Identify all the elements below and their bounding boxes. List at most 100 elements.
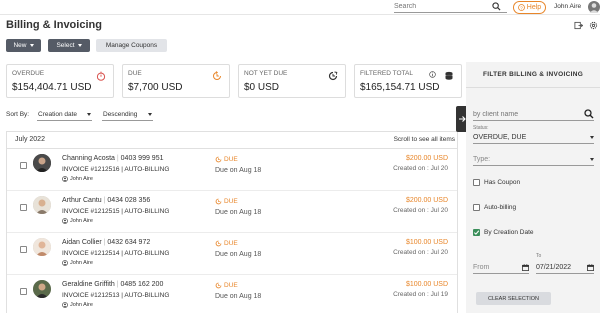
user-avatar[interactable]: [588, 1, 600, 13]
created-date: Created on : Jul 20: [393, 207, 448, 214]
amount: $100.00 USD: [405, 239, 448, 246]
row-checkbox[interactable]: [20, 204, 27, 211]
calendar-icon[interactable]: [587, 264, 594, 271]
card-label: DUE: [128, 70, 142, 77]
status-text: DUE: [224, 240, 238, 247]
invoice-row[interactable]: Channing Acosta | 0403 999 951 INVOICE #…: [7, 150, 457, 191]
row-checkbox[interactable]: [20, 288, 27, 295]
overdue-card[interactable]: OVERDUE $154,404.71 USD: [6, 64, 114, 98]
client-avatar: [33, 154, 51, 172]
checkbox-checked[interactable]: [473, 229, 480, 236]
new-label: New: [13, 42, 27, 49]
select-button[interactable]: Select: [48, 39, 90, 52]
top-bar: ? Help John Aire: [0, 0, 600, 15]
filtered-total-card[interactable]: FILTERED TOTAL $165,154.71 USD: [354, 64, 462, 98]
client-name-input[interactable]: [473, 110, 573, 118]
client-avatar: [33, 196, 51, 214]
client-name: Channing Acosta: [62, 155, 115, 162]
export-icon[interactable]: [574, 21, 583, 30]
manage-coupons-button[interactable]: Manage Coupons: [96, 39, 167, 52]
sort-field-select[interactable]: Creation date: [37, 108, 92, 121]
card-label: NOT YET DUE: [244, 70, 288, 77]
owner: John Aire: [62, 260, 93, 266]
status-badge: DUE: [215, 240, 238, 247]
status-text: DUE: [224, 198, 238, 205]
invoice-number: INVOICE #1212513 | AUTO-BILLING: [62, 292, 170, 299]
amount: $200.00 USD: [405, 155, 448, 162]
client-name-line[interactable]: Geraldine Griffith | 0485 162 200: [62, 281, 163, 288]
calendar-icon[interactable]: [522, 264, 529, 271]
search-input[interactable]: [394, 3, 492, 10]
chevron-down-icon: [590, 136, 594, 139]
clock-refresh-icon: [215, 156, 222, 163]
client-name-line[interactable]: Aidan Collier | 0432 634 972: [62, 239, 150, 246]
client-name: Aidan Collier: [62, 239, 102, 246]
scroll-hint: Scroll to see all items: [393, 136, 455, 143]
client-avatar: [33, 238, 51, 256]
due-date: Due on Aug 18: [215, 293, 262, 300]
global-search[interactable]: [394, 1, 507, 13]
has-coupon-checkbox[interactable]: Has Coupon: [473, 179, 520, 186]
user-name[interactable]: John Aire: [554, 3, 581, 10]
card-value: $7,700 USD: [128, 82, 183, 93]
clock-refresh-icon: [215, 240, 222, 247]
date-to-value: 07/21/2022: [536, 264, 572, 271]
info-icon[interactable]: [429, 71, 436, 78]
help-label: Help: [526, 4, 542, 11]
sort-order-select[interactable]: Descending: [102, 108, 153, 121]
chevron-down-icon: [29, 44, 34, 47]
not-yet-due-card[interactable]: NOT YET DUE $0 USD: [238, 64, 346, 98]
by-creation-date-checkbox[interactable]: By Creation Date: [473, 229, 534, 236]
card-label: FILTERED TOTAL: [360, 70, 413, 77]
search-icon[interactable]: [584, 109, 594, 119]
new-button[interactable]: New: [6, 39, 41, 52]
amount: $200.00 USD: [405, 197, 448, 204]
client-name-line[interactable]: Arthur Cantu | 0434 028 356: [62, 197, 150, 204]
clock-refresh-icon: [215, 282, 222, 289]
invoice-row[interactable]: Arthur Cantu | 0434 028 356 INVOICE #121…: [7, 192, 457, 233]
help-button[interactable]: ? Help: [513, 1, 546, 14]
due-card[interactable]: DUE $7,700 USD: [122, 64, 230, 98]
invoice-list[interactable]: July 2022 Scroll to see all items Channi…: [6, 131, 458, 313]
from-placeholder: From: [473, 264, 490, 271]
client-avatar: [33, 280, 51, 298]
row-checkbox[interactable]: [20, 246, 27, 253]
date-to-field[interactable]: 07/21/2022: [536, 262, 594, 274]
svg-text:?: ?: [520, 5, 523, 11]
client-search-field[interactable]: [473, 108, 594, 121]
card-label: OVERDUE: [12, 70, 45, 77]
invoice-row[interactable]: Geraldine Griffith | 0485 162 200 INVOIC…: [7, 276, 457, 313]
due-date: Due on Aug 18: [215, 209, 262, 216]
client-name: Geraldine Griffith: [62, 281, 115, 288]
clear-selection-label: CLEAR SELECTION: [487, 295, 540, 302]
type-select[interactable]: Type:: [473, 154, 594, 166]
clear-selection-button[interactable]: CLEAR SELECTION: [476, 292, 551, 305]
user-circle-icon: [62, 218, 68, 224]
client-phone: 0434 028 356: [107, 197, 151, 204]
manage-coupons-label: Manage Coupons: [105, 42, 158, 49]
gear-icon[interactable]: [589, 21, 598, 30]
chevron-down-icon: [77, 44, 82, 47]
status-text: DUE: [224, 282, 238, 289]
sort-by-label: Sort By:: [6, 111, 30, 118]
invoice-row[interactable]: Aidan Collier | 0432 634 972 INVOICE #12…: [7, 234, 457, 275]
auto-billing-label: Auto-billing: [484, 204, 517, 211]
client-phone: 0403 999 951: [120, 155, 164, 162]
row-checkbox[interactable]: [20, 162, 27, 169]
invoice-number: INVOICE #1212516 | AUTO-BILLING: [62, 166, 170, 173]
sort-field-value: Creation date: [38, 110, 78, 118]
client-name-line[interactable]: Channing Acosta | 0403 999 951: [62, 155, 163, 162]
status-label: Status:: [473, 125, 489, 131]
client-name: Arthur Cantu: [62, 197, 102, 204]
owner-name: John Aire: [70, 260, 93, 266]
checkbox-box[interactable]: [473, 179, 480, 186]
owner: John Aire: [62, 302, 93, 308]
date-from-field[interactable]: From: [473, 262, 529, 274]
check-icon: [473, 230, 480, 235]
checkbox-box[interactable]: [473, 204, 480, 211]
status-select[interactable]: OVERDUE, DUE: [473, 132, 594, 144]
auto-billing-checkbox[interactable]: Auto-billing: [473, 204, 516, 211]
search-icon[interactable]: [492, 2, 501, 11]
card-value: $154,404.71 USD: [12, 82, 92, 93]
created-date: Created on : Jul 20: [393, 249, 448, 256]
